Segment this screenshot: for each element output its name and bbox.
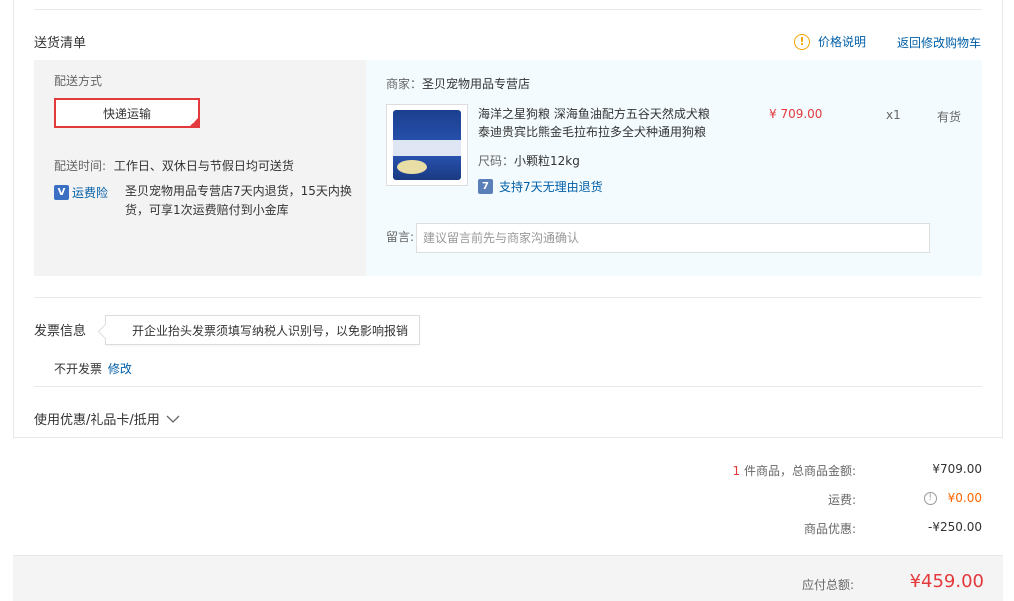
- seven-day-return-icon: 7: [478, 179, 493, 194]
- price-note-link[interactable]: ! 价格说明: [794, 33, 866, 50]
- bag-kibble: [397, 160, 427, 174]
- goods-panel: 商家：圣贝宠物用品专营店 海洋之星狗粮 深海鱼油配方五谷天然成犬粮 泰迪贵宾比熊…: [366, 60, 982, 276]
- invoice-edit-link[interactable]: 修改: [108, 362, 132, 376]
- size-label: 尺码：: [478, 154, 515, 168]
- express-shipping-option[interactable]: 快递运输 ✓: [54, 98, 200, 128]
- product-title-link[interactable]: 海洋之星狗粮 深海鱼油配方五谷天然成犬粮 泰迪贵宾比熊金毛拉布拉多全犬种通用狗粮: [478, 105, 738, 141]
- product-title-line2: 泰迪贵宾比熊金毛拉布拉多全犬种通用狗粮: [478, 125, 707, 139]
- coupon-toggle[interactable]: 使用优惠/礼品卡/抵用: [34, 409, 180, 428]
- check-icon: ✓: [191, 117, 198, 126]
- delivery-time-label: 配送时间:: [54, 159, 107, 173]
- coupon-label: 使用优惠/礼品卡/抵用: [34, 413, 160, 428]
- freight-label: 运费:: [827, 493, 856, 507]
- product-size-row: 尺码：小颗粒12kg: [478, 152, 580, 169]
- invoice-tip: 开企业抬头发票须填写纳税人识别号，以免影响报销: [105, 315, 420, 345]
- freight-value-wrap: ! ¥0.00: [923, 491, 982, 505]
- return-policy-label: 支持7天无理由退货: [499, 180, 603, 194]
- insurance-desc-line2: 货，可享1次运费赔付到小金库: [125, 203, 289, 217]
- goods-total-label: 1 件商品，总商品金额:: [732, 462, 856, 479]
- product-title-line1: 海洋之星狗粮 深海鱼油配方五谷天然成犬粮: [478, 107, 710, 121]
- shipping-method-panel: 配送方式 快递运输 ✓ 配送时间: 工作日、双休日与节假日均可送货 V 运费险 …: [34, 60, 366, 276]
- payable-label: 应付总额:: [801, 578, 854, 592]
- invoice-status-row: 不开发票 修改: [54, 360, 132, 377]
- payable-value: ¥459.00: [909, 571, 984, 592]
- stock-status: 有货: [937, 110, 962, 124]
- size-value: 小颗粒12kg: [514, 154, 580, 168]
- invoice-status: 不开发票: [54, 362, 103, 376]
- invoice-title: 发票信息: [34, 324, 87, 339]
- product-price: ¥ 709.00: [769, 107, 823, 121]
- insurance-description: 圣贝宠物用品专营店7天内退货，15天内换 货，可享1次运费赔付到小金库: [125, 182, 352, 220]
- invoice-tip-text: 开企业抬头发票须填写纳税人识别号，以免影响报销: [132, 323, 409, 338]
- discount-value: -¥250.00: [928, 520, 982, 534]
- note-input[interactable]: [416, 223, 930, 253]
- merchant-row: 商家：圣贝宠物用品专营店: [386, 75, 530, 92]
- delivery-list-title: 送货清单: [34, 36, 87, 51]
- shield-icon: V: [54, 185, 69, 200]
- shipping-insurance-link[interactable]: V 运费险: [54, 184, 108, 201]
- express-shipping-label: 快递运输: [102, 106, 151, 121]
- bag-band: [393, 140, 461, 156]
- freight-value: ¥0.00: [947, 491, 982, 505]
- merchant-label: 商家：: [386, 77, 423, 91]
- goods-total-value: ¥709.00: [932, 462, 982, 476]
- item-count-suffix: 件商品，总商品金额:: [743, 464, 856, 478]
- shipping-insurance-label: 运费险: [72, 186, 109, 200]
- product-quantity: x1: [886, 108, 901, 122]
- total-bar: 应付总额: ¥459.00: [13, 555, 1003, 601]
- top-divider: [34, 9, 982, 10]
- dog-food-bag-image: [393, 110, 461, 180]
- divider-invoice: [34, 297, 982, 298]
- shipping-method-label: 配送方式: [54, 74, 103, 88]
- return-policy-row: 7 支持7天无理由退货: [478, 178, 603, 195]
- info-circle-icon[interactable]: !: [923, 491, 937, 505]
- divider-coupon: [34, 386, 982, 387]
- insurance-desc-line1: 圣贝宠物用品专营店7天内退货，15天内换: [125, 184, 352, 198]
- delivery-time-row: 配送时间: 工作日、双休日与节假日均可送货: [54, 157, 294, 174]
- chevron-down-icon: [166, 415, 180, 423]
- item-count: 1: [732, 464, 741, 478]
- note-label: 留言:: [386, 230, 415, 244]
- merchant-name: 圣贝宠物用品专营店: [422, 77, 531, 91]
- price-note-label: 价格说明: [818, 35, 867, 49]
- product-image[interactable]: [386, 104, 468, 186]
- warning-circle-icon: !: [794, 33, 810, 50]
- delivery-time-value: 工作日、双休日与节假日均可送货: [113, 159, 294, 173]
- back-to-cart-link[interactable]: 返回修改购物车: [897, 34, 981, 51]
- discount-label: 商品优惠:: [803, 522, 856, 536]
